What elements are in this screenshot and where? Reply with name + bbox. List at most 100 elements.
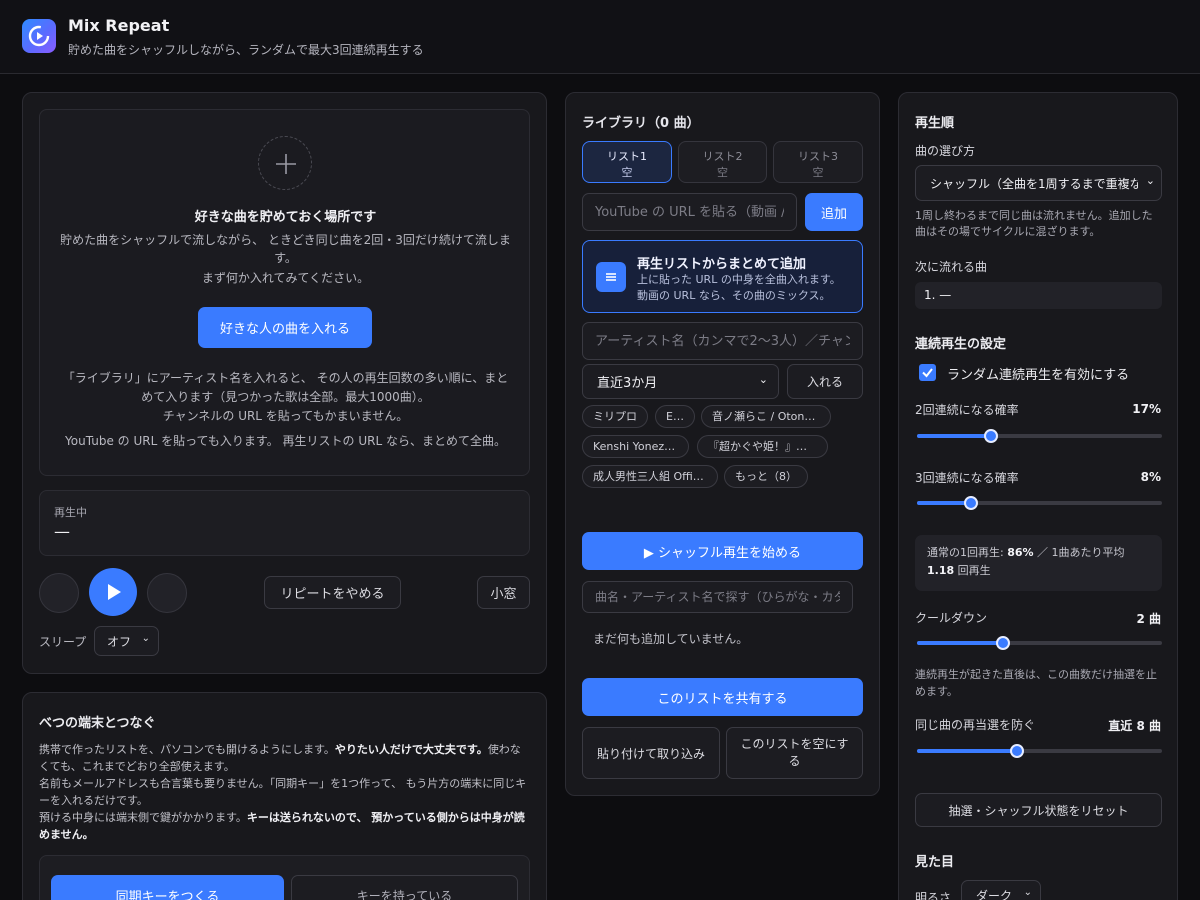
sleep-select-value: オフ [107,634,132,649]
playlist-add-title: 再生リストからまとめて追加 [637,257,807,272]
sync-p2-line2: ーを入れるだけです。 [39,794,148,807]
play-button[interactable] [89,568,137,616]
add-url-button[interactable]: 追加 [805,193,863,231]
three-repeat-label: 3回連続になる確率 [915,471,1019,485]
sync-panel: べつの端末とつなぐ 携帯で作ったリストを、パソコンでも開けるようにします。やりた… [22,692,547,900]
library-empty-text: まだ何も追加していません。 [593,632,749,646]
now-playing-value: — [54,522,70,541]
mini-window-button[interactable]: 小窓 [477,576,530,609]
chevron-down-icon: ⌄ [141,633,150,644]
slider-fill [917,641,1003,645]
play-icon [108,584,121,600]
empty-line-2: す。 [274,251,297,265]
random-repeat-label: ランダム連続再生を有効にする [947,368,1130,383]
pick-mode-select[interactable]: シャッフル（全曲を1周するまで重複なし） ⌄ [915,165,1162,201]
start-shuffle-button[interactable]: ▶ シャッフル再生を始める [582,532,863,570]
pick-label: 曲の選び方 [915,144,976,158]
summary-normal-value: 86% [1007,546,1034,559]
youtube-url-input[interactable] [582,193,797,231]
next-button[interactable] [147,573,187,613]
reset-shuffle-button[interactable]: 抽選・シャッフル状態をリセット [915,793,1162,827]
chevron-down-icon: ⌄ [758,373,768,386]
insert-artist-button[interactable]: 入れる [787,364,863,399]
settings-panel: 再生順 曲の選び方 シャッフル（全曲を1周するまで重複なし） ⌄ 1周し終わるま… [898,92,1178,900]
share-list-button[interactable]: このリストを共有する [582,678,863,716]
two-repeat-slider[interactable] [917,429,1162,443]
more-artists-chip[interactable]: もっと（8） [724,465,808,488]
sync-paragraph-1: 携帯で作ったリストを、パソコンでも開けるようにします。やりたい人だけで大丈夫です… [39,741,534,843]
sync-p1-text: 携帯で作ったリストを、パソコンでも開けるようにします。 [39,743,335,756]
slider-thumb[interactable] [995,636,1010,650]
repeat-summary-box: 通常の1回再生: 86% ／ 1曲あたり平均 1.18 回再生 [915,535,1162,591]
have-key-button[interactable]: キーを持っている [291,875,518,900]
avoid-repeat-slider[interactable] [917,744,1162,758]
artist-chip[interactable]: Eve [655,405,695,428]
library-panel: ライブラリ（0 曲） リスト1 空 リスト2 空 リスト3 空 追加 再生リスト… [565,92,880,796]
clear-list-button[interactable]: このリストを空にす る [726,727,863,779]
playlist-add-line-1: 上に貼った URL の中身を全曲入れます。 [637,273,841,286]
empty-line-1: 貯めた曲をシャッフルで流しながら、 ときどき同じ曲を2回・3回だけ続けて流しま [60,233,511,247]
empty-line-3: まず何か入れてみてください。 [201,271,370,285]
summary-average-value: 1.18 [927,564,955,577]
tab-list-3-label: リスト3 [798,150,838,163]
pick-mode-value: シャッフル（全曲を1周するまで重複なし） [930,176,1138,191]
chevron-down-icon: ⌄ [1145,174,1155,187]
empty-library-box: 好きな曲を貯めておく場所です 貯めた曲をシャッフルで流しながら、 ときどき同じ曲… [39,109,530,476]
brightness-select[interactable]: ダーク ⌄ [961,880,1041,900]
artist-chip[interactable]: ミリプロ [582,405,648,428]
player-panel: 好きな曲を貯めておく場所です 貯めた曲をシャッフルで流しながら、 ときどき同じ曲… [22,92,547,674]
artist-chip[interactable]: 『超かぐや姫！』公式 [697,435,828,458]
cooldown-slider[interactable] [917,636,1162,650]
stop-repeat-button[interactable]: リピートをやめる [264,576,401,609]
three-repeat-slider[interactable] [917,496,1162,510]
playlist-add-box[interactable]: 再生リストからまとめて追加 上に貼った URL の中身を全曲入れます。 動画の … [582,240,863,313]
sync-p1-tail: 使わな [487,743,521,756]
next-song-value: 1. — [924,288,952,302]
sleep-select[interactable]: オフ ⌄ [94,626,159,656]
tab-list-3-sub: 空 [812,166,824,179]
sync-p3-text: 預ける中身には端末側で鍵がかかります。 [39,811,247,824]
tab-list-2-label: リスト2 [702,150,743,163]
sync-actions-box: 同期キーをつくる キーを持っている [39,855,530,900]
artist-input[interactable] [582,322,863,360]
tab-list-2[interactable]: リスト2 空 [678,141,767,183]
slider-thumb[interactable] [1010,744,1025,758]
sync-p3-bold-line2: めません。 [39,828,94,841]
sync-title: べつの端末とつなぐ [39,716,156,731]
slider-fill [917,501,971,505]
empty-note-2: めて入ります（見つかった歌は全部。最大1000曲）。 [141,390,430,404]
previous-button[interactable] [39,573,79,613]
two-repeat-label: 2回連続になる確率 [915,403,1019,417]
period-select[interactable]: 直近3か月 ⌄ [582,364,779,399]
summary-average-unit: 回再生 [954,564,991,577]
two-repeat-value: 17% [1132,402,1161,416]
library-search-input[interactable] [582,581,853,613]
sleep-label: スリープ [39,635,87,649]
create-sync-key-button[interactable]: 同期キーをつくる [51,875,284,900]
cooldown-value: 2 曲 [1136,612,1161,626]
app-subtitle: 貯めた曲をシャッフルしながら、ランダムで最大3回連続再生する [68,43,424,57]
clear-list-label-2: る [788,754,801,768]
artist-chip[interactable]: 音ノ瀬らこ / Otono... [701,405,831,428]
list-icon [596,262,626,292]
playlist-add-line-2: 動画の URL なら、その曲のミックス。 [637,289,831,302]
next-song-label: 次に流れる曲 [915,260,988,274]
tab-list-1[interactable]: リスト1 空 [582,141,672,183]
empty-note-4: YouTube の URL を貼っても入ります。 再生リストの URL なら、ま… [65,434,506,448]
plus-icon [258,136,312,190]
empty-note-3: チャンネルの URL を貼ってもかまいません。 [162,409,409,423]
order-title: 再生順 [915,116,955,131]
appearance-title: 見た目 [915,855,955,870]
sync-p2-text: 名前もメールアドレスも合言葉も要りません。「同期キー」を1つ作って、 もう片方の… [39,777,527,790]
random-repeat-checkbox[interactable] [919,364,936,381]
repeat-settings-title: 連続再生の設定 [915,337,1007,352]
tab-list-3[interactable]: リスト3 空 [773,141,863,183]
artist-chip[interactable]: Kenshi Yonezu... [582,435,689,458]
slider-thumb[interactable] [963,496,978,510]
sync-p1-bold: やりたい人だけで大丈夫です。 [334,743,488,756]
brightness-label: 明るさ [915,891,952,900]
slider-thumb[interactable] [983,429,998,443]
add-artist-songs-button[interactable]: 好きな人の曲を入れる [198,307,372,348]
paste-import-button[interactable]: 貼り付けて取り込み [582,727,720,779]
artist-chip[interactable]: 成人男性三人組 Offic... [582,465,718,488]
